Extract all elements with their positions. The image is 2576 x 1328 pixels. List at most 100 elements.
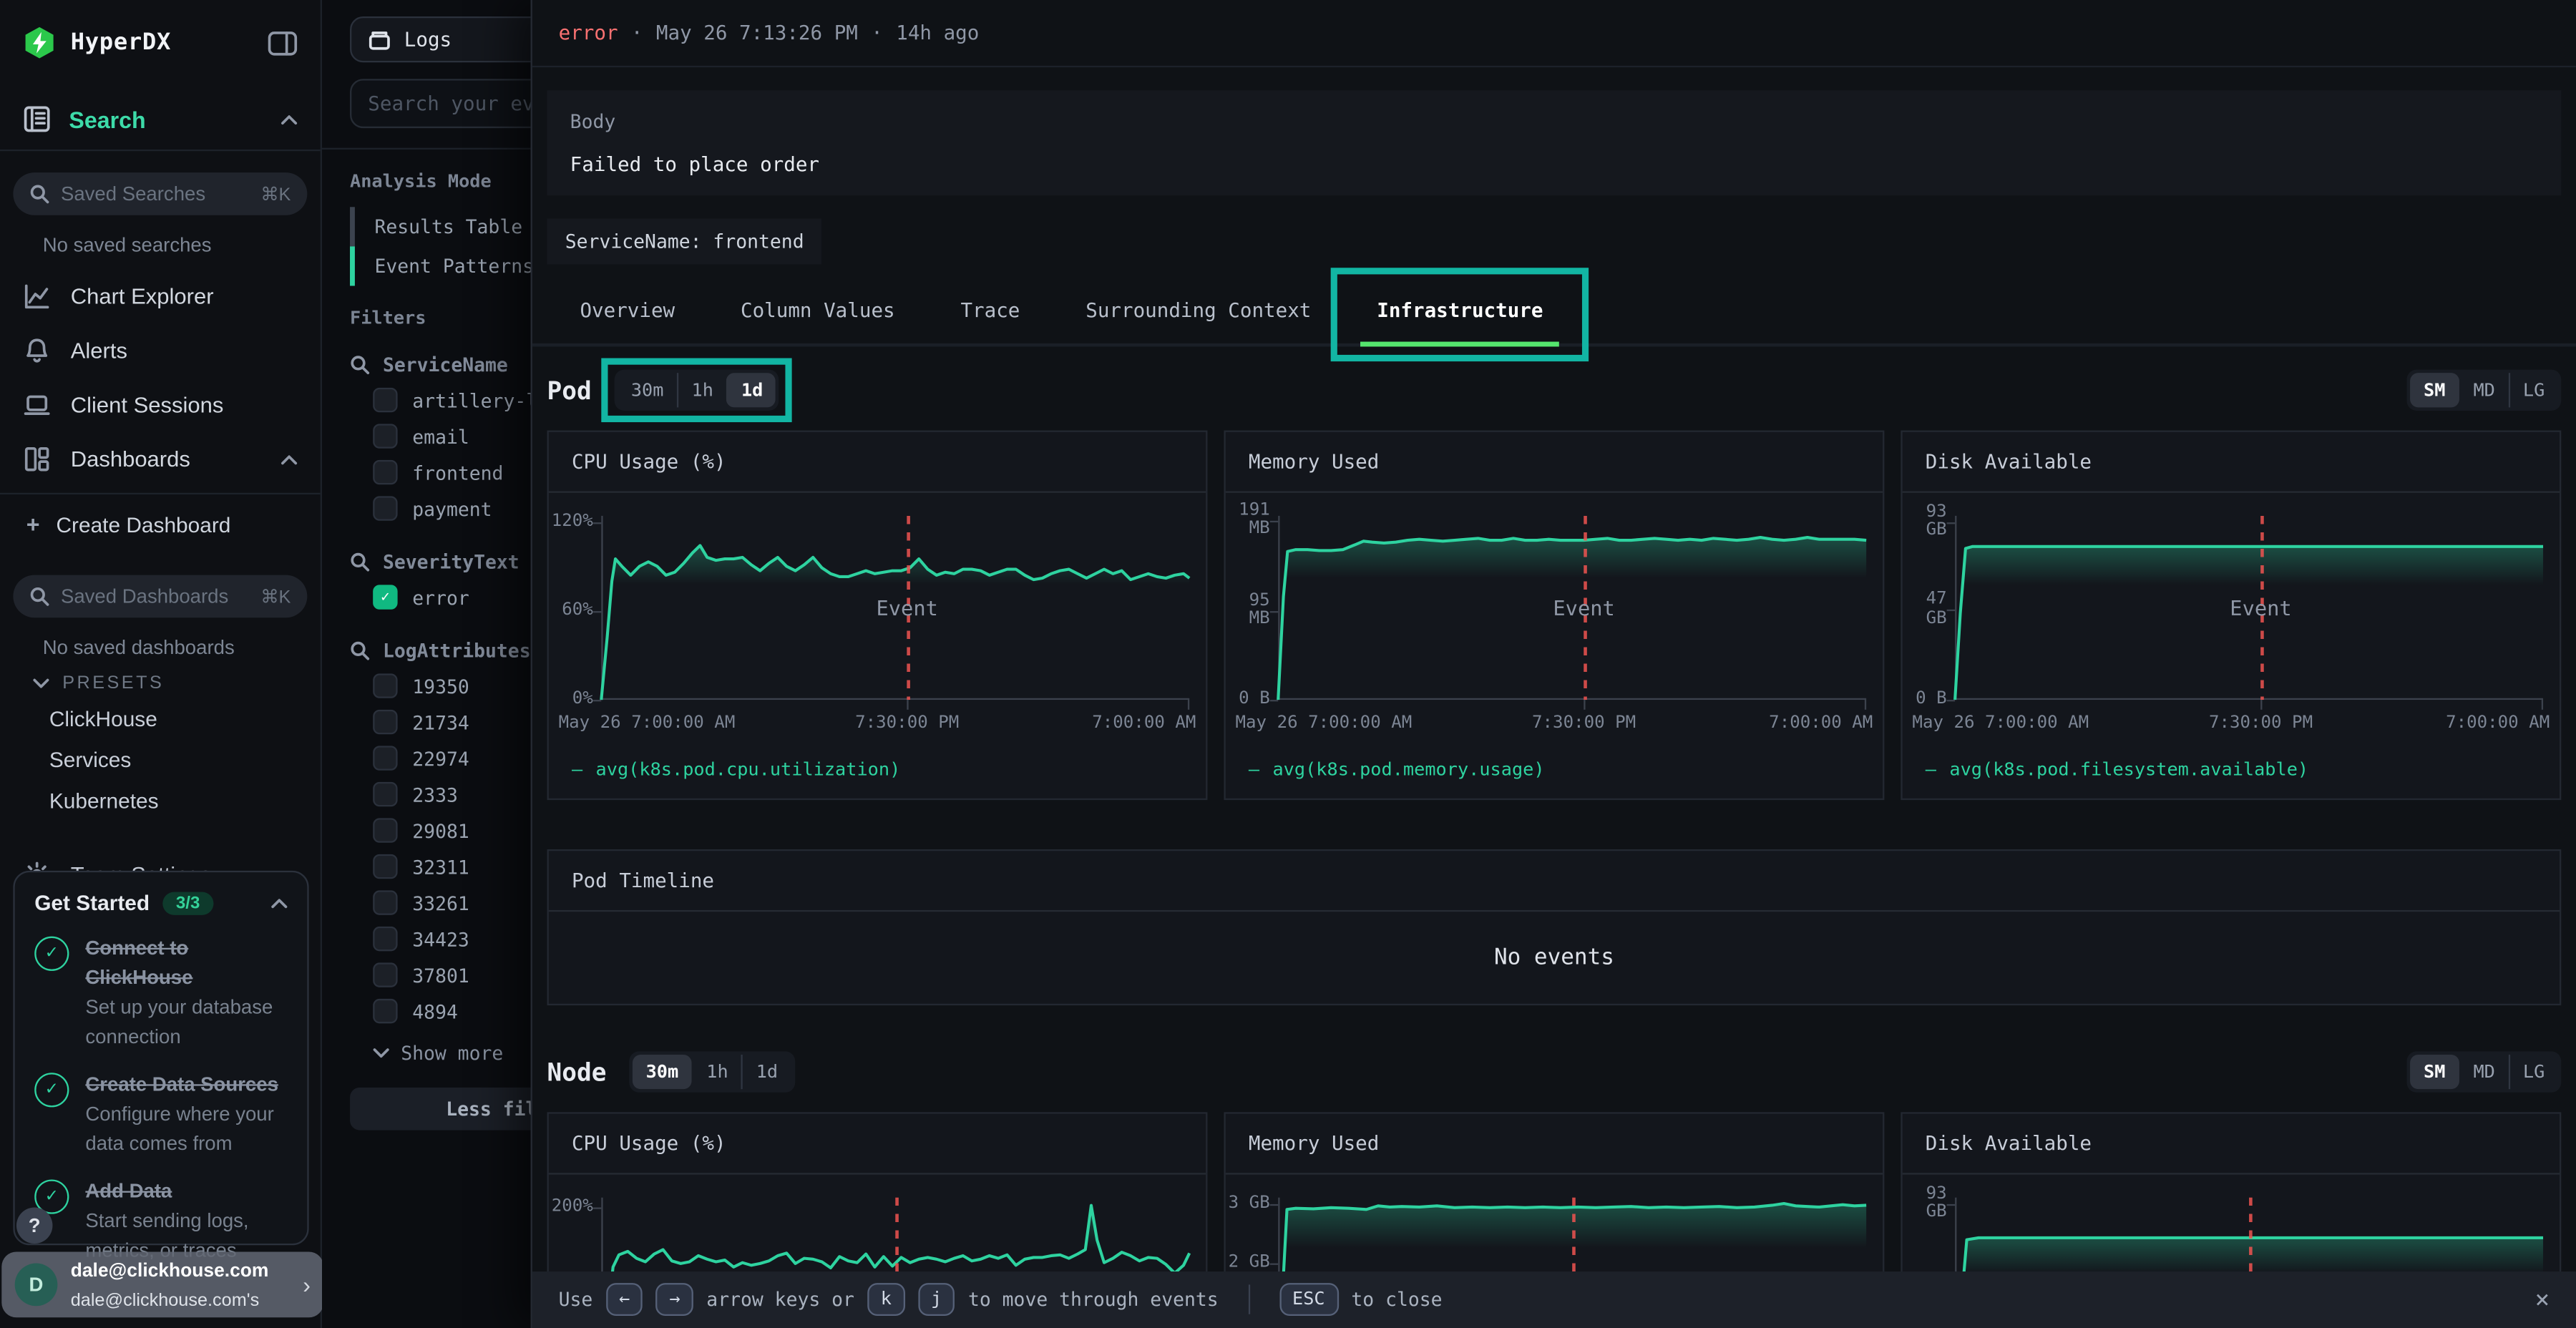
checkbox-icon — [373, 818, 397, 842]
node-section-header: Node 30m 1h 1d SM MD LG — [532, 1028, 2576, 1108]
less-filters-button[interactable]: Less filters — [350, 1088, 531, 1131]
event-relative-time: 14h ago — [896, 21, 979, 44]
get-started-item: ✓ Create Data Sources Configure where yo… — [34, 1070, 288, 1158]
event-search-input[interactable]: Search your events... — [350, 79, 531, 128]
check-circle-icon: ✓ — [34, 1073, 69, 1107]
source-selector-button[interactable]: Logs — [350, 16, 531, 62]
size-lg[interactable]: LG — [2508, 373, 2557, 407]
filter-group-servicename[interactable]: ServiceName — [350, 353, 531, 376]
shortcut-hint: ⌘K — [260, 585, 291, 607]
saved-searches-input[interactable]: Saved Searches ⌘K — [13, 172, 307, 215]
chevron-up-icon — [281, 454, 298, 464]
chevron-up-icon[interactable] — [271, 898, 288, 908]
checkbox-checked-icon: ✓ — [373, 585, 397, 609]
checkbox-icon — [373, 927, 397, 951]
size-lg[interactable]: LG — [2508, 1055, 2557, 1089]
k-key: k — [867, 1284, 904, 1316]
filter-option[interactable]: 19350 — [322, 668, 531, 703]
range-30m[interactable]: 30m — [633, 1055, 691, 1089]
checkbox-icon — [373, 782, 397, 806]
divider — [1248, 1284, 1249, 1314]
chart-legend: —avg(k8s.pod.filesystem.available) — [1903, 759, 2560, 799]
range-1d[interactable]: 1d — [726, 373, 776, 407]
filter-option[interactable]: artillery-loadgen — [322, 383, 531, 417]
tab-trace[interactable]: Trace — [928, 278, 1053, 343]
pod-cpu-chart-card: CPU Usage (%) 120%60%0%EventMay 26 7:00:… — [547, 431, 1208, 801]
user-menu[interactable]: D dale@clickhouse.com dale@clickhouse.co… — [1, 1251, 323, 1317]
sidebar: HyperDX Search Saved Searches ⌘K No save… — [0, 0, 322, 1328]
checkbox-icon — [373, 710, 397, 734]
sidebar-item-search[interactable]: Search — [0, 89, 321, 151]
filter-option[interactable]: frontend — [322, 455, 531, 489]
sidebar-item-chart-explorer[interactable]: Chart Explorer — [0, 270, 321, 324]
user-org: dale@clickhouse.com's — [71, 1290, 259, 1310]
event-body-card: Body Failed to place order — [547, 90, 2562, 195]
filter-option[interactable]: 22974 — [322, 741, 531, 775]
tab-infrastructure[interactable]: Infrastructure — [1344, 278, 1576, 343]
close-icon[interactable]: × — [2535, 1284, 2550, 1314]
chart-icon — [23, 283, 51, 311]
filter-option[interactable]: 34423 — [322, 922, 531, 956]
check-circle-icon: ✓ — [34, 937, 69, 971]
sidebar-item-clickhouse[interactable]: ClickHouse — [0, 698, 321, 739]
range-1d[interactable]: 1d — [741, 1055, 791, 1089]
range-1h[interactable]: 1h — [677, 373, 726, 407]
plus-icon: + — [26, 511, 40, 537]
hyperdx-logo-icon — [23, 26, 56, 59]
show-more-button[interactable]: Show more — [373, 1042, 530, 1065]
range-1h[interactable]: 1h — [692, 1055, 741, 1089]
filter-option[interactable]: payment — [322, 491, 531, 525]
sidebar-item-kubernetes[interactable]: Kubernetes — [0, 781, 321, 821]
pod-section-header: Pod 30m 1h 1d SM MD LG — [532, 346, 2576, 426]
event-timestamp: May 26 7:13:26 PM — [656, 21, 858, 44]
filter-option[interactable]: 2333 — [322, 777, 531, 811]
sidebar-item-client-sessions[interactable]: Client Sessions — [0, 378, 321, 432]
chevron-right-icon: › — [303, 1271, 311, 1297]
chart-title: Memory Used — [1226, 432, 1883, 493]
dashboard-icon — [23, 445, 51, 473]
event-detail-panel: error · May 26 7:13:26 PM · 14h ago Body… — [531, 0, 2576, 1328]
search-icon — [29, 184, 49, 204]
j-key: j — [918, 1284, 955, 1316]
filter-option[interactable]: 21734 — [322, 705, 531, 739]
sidebar-item-dashboards[interactable]: Dashboards — [0, 432, 321, 487]
pod-range-picker: 30m 1h 1d — [615, 370, 779, 411]
tab-overview[interactable]: Overview — [547, 278, 708, 343]
mode-event-patterns[interactable]: Event Patterns — [350, 246, 531, 285]
filter-column: Logs Search your events... Analysis Mode… — [322, 0, 531, 1328]
size-sm[interactable]: SM — [2411, 1055, 2459, 1089]
range-30m[interactable]: 30m — [618, 373, 676, 407]
chart-title: Disk Available — [1903, 432, 2560, 493]
sidebar-item-services[interactable]: Services — [0, 739, 321, 780]
filter-group-severitytext[interactable]: SeverityText — [350, 550, 531, 573]
filter-group-logattributes[interactable]: LogAttributes — [350, 639, 531, 662]
tab-column-values[interactable]: Column Values — [708, 278, 927, 343]
create-dashboard-button[interactable]: + Create Dashboard — [0, 494, 321, 554]
filter-option[interactable]: 29081 — [322, 813, 531, 847]
saved-searches-placeholder: Saved Searches — [61, 182, 249, 205]
collapse-sidebar-icon[interactable] — [268, 30, 297, 54]
active-tab-underline — [1360, 341, 1559, 346]
get-started-title: Get Started — [34, 890, 150, 914]
help-button[interactable]: ? — [16, 1207, 53, 1244]
checkbox-icon — [373, 854, 397, 879]
search-icon — [350, 355, 370, 375]
checkbox-icon — [373, 890, 397, 914]
size-sm[interactable]: SM — [2411, 373, 2459, 407]
tab-surrounding-context[interactable]: Surrounding Context — [1053, 278, 1344, 343]
size-md[interactable]: MD — [2459, 1055, 2508, 1089]
filter-option[interactable]: 33261 — [322, 885, 531, 919]
service-name-chip[interactable]: ServiceName: frontend — [547, 218, 822, 264]
chart-title: CPU Usage (%) — [549, 432, 1206, 493]
presets-toggle[interactable]: PRESETS — [0, 659, 321, 698]
sidebar-item-alerts[interactable]: Alerts — [0, 323, 321, 378]
saved-dashboards-input[interactable]: Saved Dashboards ⌘K — [13, 575, 307, 618]
filter-option[interactable]: email — [322, 419, 531, 453]
filter-option[interactable]: 4894 — [322, 994, 531, 1028]
filter-option-checked[interactable]: ✓error — [322, 580, 531, 614]
mode-results-table[interactable]: Results Table — [350, 207, 531, 246]
brand-name: HyperDX — [71, 29, 171, 56]
size-md[interactable]: MD — [2459, 373, 2508, 407]
filter-option[interactable]: 32311 — [322, 849, 531, 884]
filter-option[interactable]: 37801 — [322, 958, 531, 992]
